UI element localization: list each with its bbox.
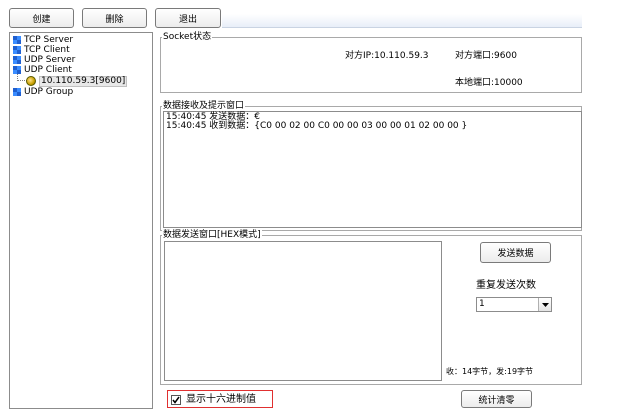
peer-port-label: 对方端口:9600 <box>455 51 517 61</box>
local-port-label: 本地端口:10000 <box>455 78 523 88</box>
send-textarea[interactable] <box>164 241 442 381</box>
repeat-count-value: 1 <box>479 299 485 309</box>
network-node-icon <box>13 36 21 44</box>
repeat-count-select[interactable]: 1 <box>476 297 552 312</box>
network-node-icon <box>13 46 21 54</box>
tree-panel: TCP Server TCP Client UDP Server UDP Cli… <box>9 32 153 409</box>
receive-textarea[interactable]: 15:40:45 发送数据：€ 15:40:45 收到数据：{C0 00 02 … <box>163 111 582 228</box>
hex-display-option[interactable]: 显示十六进制值 <box>167 390 273 408</box>
chevron-down-icon <box>541 302 549 307</box>
dropdown-arrow-button[interactable] <box>538 298 551 311</box>
send-data-button[interactable]: 发送数据 <box>480 242 551 263</box>
delete-button[interactable]: 删除 <box>82 8 147 28</box>
network-node-icon <box>13 66 21 74</box>
network-node-icon <box>13 56 21 64</box>
receive-title: 数据接收及提示窗口 <box>162 101 246 111</box>
tree-item-label: UDP Client <box>24 65 72 75</box>
exit-button[interactable]: 退出 <box>155 8 221 28</box>
repeat-count-label: 重复发送次数 <box>476 280 536 291</box>
send-title: 数据发送窗口[HEX模式] <box>162 230 262 240</box>
tree-item-label: UDP Group <box>24 87 74 97</box>
hex-display-checkbox[interactable] <box>171 395 181 405</box>
create-button[interactable]: 创建 <box>9 8 74 28</box>
toolbar-strip <box>222 14 582 28</box>
connection-globe-icon <box>26 76 36 86</box>
receive-line: 15:40:45 收到数据：{C0 00 02 00 C0 00 00 03 0… <box>166 121 468 131</box>
peer-ip-label: 对方IP:10.110.59.3 <box>345 51 429 61</box>
hex-display-label: 显示十六进制值 <box>186 394 256 405</box>
traffic-stats: 收：14字节，发:19字节 <box>446 367 534 376</box>
network-node-icon <box>13 88 21 96</box>
socket-status-title: Socket状态 <box>162 32 213 42</box>
clear-stats-button[interactable]: 统计清零 <box>461 390 532 408</box>
tree-item-label: 10.110.59.3[9600] <box>39 76 128 87</box>
checkmark-icon <box>172 396 180 404</box>
